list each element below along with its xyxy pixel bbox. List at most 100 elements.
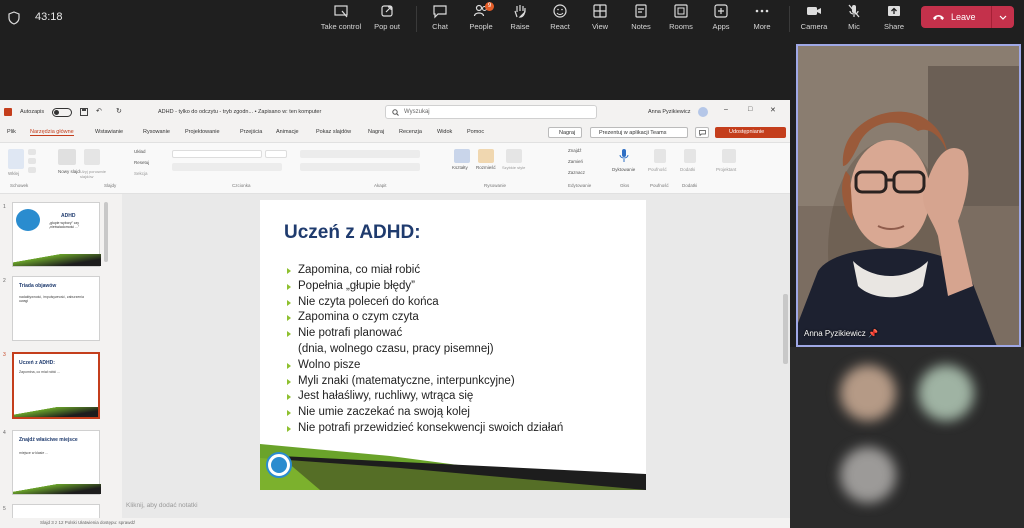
replace-button[interactable]: Zamień	[568, 159, 583, 164]
canvas-scrollbar[interactable]	[783, 294, 788, 364]
reuse-slides-icon[interactable]	[84, 149, 100, 165]
meeting-timer: 43:18	[35, 11, 63, 23]
thumbnail-stripe	[14, 407, 98, 417]
addins-icon[interactable]	[684, 149, 696, 163]
react-icon	[553, 4, 567, 18]
rooms-label: Rooms	[669, 22, 693, 31]
participant-avatar[interactable]	[918, 365, 974, 421]
tab-review[interactable]: Recenzja	[399, 129, 422, 135]
paragraph-list-buttons[interactable]	[300, 150, 420, 158]
tab-design[interactable]: Projektowanie	[185, 129, 220, 135]
close-icon[interactable]: ✕	[770, 106, 776, 114]
sensitivity-icon[interactable]	[654, 149, 666, 163]
slide-thumbnail-4[interactable]: Znajdź właściwe miejsce miejsce w klasie…	[12, 430, 101, 495]
quick-styles-icon[interactable]	[506, 149, 522, 163]
tab-insert[interactable]: Wstawianie	[95, 129, 123, 135]
participant-avatar[interactable]	[840, 447, 896, 503]
section-button[interactable]: Sekcja	[134, 171, 148, 176]
copy-icon[interactable]	[28, 158, 36, 164]
shapes-icon[interactable]	[454, 149, 470, 163]
pop-out-button[interactable]: Pop out	[364, 2, 410, 36]
chat-button[interactable]: Chat	[417, 2, 463, 36]
save-icon[interactable]	[80, 108, 88, 116]
tab-transitions[interactable]: Przejścia	[240, 129, 262, 135]
present-in-teams-label: Prezentuj w aplikacji Teams	[599, 130, 667, 136]
tab-record[interactable]: Nagraj	[368, 129, 384, 135]
more-button[interactable]: More	[739, 2, 785, 36]
autosave-label: Autozapis	[20, 109, 45, 115]
leave-options-button[interactable]	[991, 6, 1014, 28]
ribbon-group-editing: Edytowanie	[568, 183, 592, 188]
tab-animations[interactable]: Animacje	[276, 129, 299, 135]
font-format-buttons[interactable]	[172, 163, 282, 171]
people-count-badge: 9	[485, 2, 494, 11]
participant-video-image	[798, 46, 1019, 345]
undo-icon[interactable]: ↶	[96, 107, 102, 115]
status-text: Slajd 3 z 12 Polski Ułatwienia dostępu: …	[40, 520, 136, 525]
designer-icon[interactable]	[722, 149, 736, 163]
more-label: More	[753, 22, 771, 31]
leave-main[interactable]: Leave	[921, 6, 991, 28]
select-button[interactable]: Zaznacz	[568, 170, 585, 175]
paragraph-align-buttons[interactable]	[300, 163, 420, 171]
notes-icon	[635, 4, 647, 18]
thumbnail-text: „głupie wybory” czy „nieświadomość ...”	[49, 221, 80, 229]
reset-button[interactable]: Resetuj	[134, 160, 149, 165]
redo-icon[interactable]: ↻	[116, 107, 122, 115]
minimize-icon[interactable]: –	[724, 106, 728, 113]
people-label: People	[469, 22, 493, 31]
record-button[interactable]: Nagraj	[548, 127, 582, 138]
notes-placeholder[interactable]: Kliknij, aby dodać notatki	[126, 502, 198, 509]
paste-icon[interactable]	[8, 149, 24, 169]
view-icon	[593, 4, 607, 18]
meeting-toolbar: 43:18 Take control Pop out Chat 9 People…	[0, 0, 1024, 38]
tab-file[interactable]: Plik	[7, 129, 16, 135]
cut-icon[interactable]	[28, 149, 36, 155]
new-slide-icon[interactable]	[58, 149, 76, 165]
pin-icon[interactable]: 📌	[868, 329, 878, 338]
font-family-select[interactable]	[172, 150, 262, 158]
take-control-button[interactable]: Take control	[318, 2, 364, 36]
bullet-item: Myli znaki (matematyczne, interpunkcyjne…	[287, 374, 563, 390]
dictate-label: Dyktowanie	[612, 167, 636, 172]
arrange-icon[interactable]	[478, 149, 494, 163]
tab-draw[interactable]: Rysowanie	[143, 129, 170, 135]
participant-avatar[interactable]	[840, 365, 896, 421]
slide-thumbnail-1[interactable]: ADHD „głupie wybory” czy „nieświadomość …	[12, 202, 101, 267]
thumbnail-number: 2	[3, 278, 6, 284]
font-size-select[interactable]	[265, 150, 287, 158]
ribbon-group-drawing: Rysowanie	[484, 183, 507, 188]
apps-button[interactable]: Apps	[698, 2, 744, 36]
slide-thumbnail-2[interactable]: Triada objawów nadaktywność, impulsywnoś…	[12, 276, 100, 341]
present-in-teams-button[interactable]: Prezentuj w aplikacji Teams	[590, 127, 688, 138]
share-ppt-button[interactable]: Udostępnianie	[715, 127, 786, 138]
search-input[interactable]: Wyszukaj	[385, 105, 597, 119]
view-button[interactable]: View	[577, 2, 623, 36]
dictate-mic-icon[interactable]	[619, 148, 629, 164]
tab-view[interactable]: Widok	[437, 129, 452, 135]
layout-button[interactable]: Układ	[134, 149, 146, 154]
participant-video-tile[interactable]: Anna Pyzikiewicz 📌	[796, 44, 1021, 347]
current-slide[interactable]: Uczeń z ADHD: Zapomina, co miał robić Po…	[260, 200, 646, 490]
bullet-item: Nie potrafi planować	[287, 326, 563, 342]
tab-slideshow[interactable]: Pokaz slajdów	[316, 129, 351, 135]
paste-label: Wklej	[8, 171, 19, 176]
slide-thumbnail-3[interactable]: Uczeń z ADHD: Zapomina, co miał robić ..…	[12, 352, 100, 419]
format-painter-icon[interactable]	[28, 167, 36, 173]
find-button[interactable]: Znajdź	[568, 148, 582, 153]
maximize-icon[interactable]: □	[748, 106, 752, 113]
share-button[interactable]: Share	[871, 2, 917, 36]
document-title[interactable]: ADHD - tylko do odczytu - tryb zgodn... …	[158, 109, 321, 115]
teams-meeting-window: 43:18 Take control Pop out Chat 9 People…	[0, 0, 1024, 528]
bullet-item: Nie czyta poleceń do końca	[287, 295, 563, 311]
tab-help[interactable]: Pomoc	[467, 129, 484, 135]
autosave-toggle[interactable]	[52, 108, 72, 117]
tab-home[interactable]: Narzędzia główne	[30, 129, 74, 136]
share-label: Share	[883, 22, 904, 31]
thumbnail-scrollbar[interactable]	[104, 202, 108, 262]
record-button-label: Nagraj	[559, 130, 576, 136]
avatar[interactable]	[698, 107, 708, 117]
search-icon	[392, 109, 399, 116]
leave-button[interactable]: Leave	[921, 6, 1014, 28]
comments-button[interactable]	[695, 127, 709, 138]
